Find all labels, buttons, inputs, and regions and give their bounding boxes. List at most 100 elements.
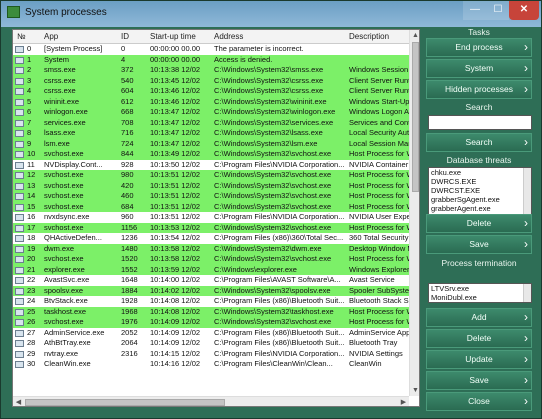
- search-input[interactable]: [428, 115, 532, 130]
- row-app: svchost.exe: [44, 191, 84, 200]
- delete-termination-button[interactable]: Delete ›: [426, 329, 532, 348]
- process-icon: [15, 235, 24, 242]
- threats-list-scrollbar[interactable]: [523, 168, 531, 214]
- minimize-button[interactable]: —: [463, 1, 487, 20]
- table-row[interactable]: 25 taskhost.exe 1968 10:14:08 12/02 C:\Windo…: [13, 306, 409, 317]
- row-number: 2: [27, 65, 32, 74]
- table-row[interactable]: 17 svchost.exe 1156 10:13:53 12/02 C:\Window…: [13, 222, 409, 233]
- row-start-time: 10:13:38 12/02: [150, 65, 201, 74]
- table-row[interactable]: 1 System 4 00:00:00 00.00 Access is denied.: [13, 54, 409, 65]
- table-row[interactable]: 10 svchost.exe 844 10:13:49 12/02 C:\Windows…: [13, 149, 409, 160]
- row-number: 26: [27, 317, 36, 326]
- table-row[interactable]: 23 spoolsv.exe 1884 10:14:02 12/02 C:\Window…: [13, 285, 409, 296]
- col-address-header[interactable]: Address: [214, 32, 243, 41]
- threat-item[interactable]: grabberSgAgent.exe: [429, 195, 531, 204]
- horizontal-scroll-thumb[interactable]: [25, 399, 225, 406]
- termination-list[interactable]: LTVSrv.exe MoniDubl.exe: [428, 283, 532, 303]
- system-label: System: [464, 63, 494, 73]
- process-icon: [15, 224, 24, 232]
- table-row[interactable]: 12 svchost.exe 980 10:13:51 12/02 C:\Windows…: [13, 170, 409, 181]
- table-row[interactable]: 19 dwm.exe 1480 10:13:58 12/02 C:\Windows\Sy…: [13, 243, 409, 254]
- scroll-left-icon[interactable]: ◀: [13, 397, 24, 406]
- table-row[interactable]: 14 svchost.exe 460 10:13:51 12/02 C:\Windows…: [13, 191, 409, 202]
- col-description-header[interactable]: Description: [349, 32, 389, 41]
- row-id: 0: [121, 44, 126, 53]
- table-row[interactable]: 24 BtvStack.exe 1928 10:14:08 12/02 C:\Progr…: [13, 296, 409, 307]
- row-address: C:\Windows\System32\lsm.exe: [214, 138, 318, 148]
- table-row[interactable]: 30 CleanWin.exe 10:14:16 12/02 C:\Program F…: [13, 359, 409, 370]
- table-row[interactable]: 5 wininit.exe 612 10:13:46 12/02 C:\Windows\…: [13, 96, 409, 107]
- row-address: C:\Program Files (x86)\Bluetooth Suit...: [214, 338, 345, 347]
- save-threats-button[interactable]: Save ›: [426, 235, 532, 254]
- table-row[interactable]: 21 explorer.exe 1552 10:13:59 12/02 C:\Windo…: [13, 264, 409, 275]
- table-row[interactable]: 16 nvxdsync.exe 960 10:13:51 12/02 C:\Progra…: [13, 212, 409, 223]
- row-start-time: 10:13:46 12/02: [150, 96, 201, 106]
- row-address: C:\Windows\System32\lsass.exe: [214, 128, 323, 137]
- row-app: QHActiveDefen...: [44, 233, 102, 242]
- row-start-time: 00:00:00 00.00: [150, 54, 201, 64]
- scroll-up-icon[interactable]: ▲: [410, 30, 419, 41]
- horizontal-scrollbar[interactable]: ◀ ▶: [13, 396, 409, 406]
- threat-item[interactable]: grabberAgent.exe: [429, 204, 531, 213]
- row-description: Host Process for Wind: [349, 191, 409, 200]
- col-time-header[interactable]: Start-up time: [150, 32, 196, 41]
- table-row[interactable]: 27 AdminService.exe 2052 10:14:09 12/02 C:\P…: [13, 327, 409, 338]
- table-row[interactable]: 11 NVDisplay.Cont... 928 10:13:50 12/02 C:\P…: [13, 159, 409, 170]
- row-address: C:\Program Files\NVIDIA Corporation...: [214, 159, 345, 169]
- table-row[interactable]: 6 winlogon.exe 668 10:13:47 12/02 C:\Windows…: [13, 107, 409, 118]
- row-start-time: 10:13:47 12/02: [150, 117, 201, 127]
- table-row[interactable]: 8 lsass.exe 716 10:13:47 12/02 C:\Windows\Sy…: [13, 128, 409, 139]
- table-row[interactable]: 4 csrss.exe 604 10:13:46 12/02 C:\Windows\Sy…: [13, 86, 409, 97]
- table-row[interactable]: 26 svchost.exe 1976 10:14:09 12/02 C:\Window…: [13, 317, 409, 328]
- save-termination-button[interactable]: Save ›: [426, 371, 532, 390]
- scroll-right-icon[interactable]: ▶: [398, 397, 409, 406]
- maximize-button[interactable]: ☐: [487, 1, 509, 20]
- table-row[interactable]: 7 services.exe 708 10:13:47 12/02 C:\Windows…: [13, 117, 409, 128]
- vertical-scrollbar[interactable]: ▲ ▼: [409, 30, 419, 396]
- table-row[interactable]: 2 smss.exe 372 10:13:38 12/02 C:\Windows\Sys…: [13, 65, 409, 76]
- table-row[interactable]: 29 nvtray.exe 2316 10:14:15 12/02 C:\Program…: [13, 348, 409, 359]
- close-button[interactable]: Close ›: [426, 392, 532, 411]
- table-row[interactable]: 0 [System Process] 0 00:00:00 00.00 The para…: [13, 44, 409, 55]
- row-id: 668: [121, 107, 134, 116]
- delete-threat-button[interactable]: Delete ›: [426, 214, 532, 233]
- scroll-down-icon[interactable]: ▼: [410, 385, 419, 396]
- row-number: 21: [27, 264, 36, 274]
- end-process-button[interactable]: End process ›: [426, 38, 532, 57]
- hidden-processes-button[interactable]: Hidden processes ›: [426, 80, 532, 99]
- col-app-header[interactable]: App: [44, 32, 58, 41]
- table-row[interactable]: 13 svchost.exe 420 10:13:51 12/02 C:\Windows…: [13, 180, 409, 191]
- threat-item[interactable]: chku.exe: [429, 168, 531, 177]
- table-row[interactable]: 18 QHActiveDefen... 1236 10:13:54 12/02 C:\P…: [13, 233, 409, 244]
- row-id: 1928: [121, 296, 138, 305]
- col-number-header[interactable]: №: [17, 32, 26, 41]
- row-app: svchost.exe: [44, 180, 84, 190]
- row-app: [System Process]: [44, 44, 103, 53]
- add-button[interactable]: Add ›: [426, 308, 532, 327]
- table-row[interactable]: 9 lsm.exe 724 10:13:47 12/02 C:\Windows\Syst…: [13, 138, 409, 149]
- row-description: Services and Controll: [349, 117, 409, 127]
- row-number: 23: [27, 285, 36, 295]
- search-button[interactable]: Search ›: [426, 133, 532, 152]
- row-description: Client Server Runtime: [349, 86, 409, 95]
- termination-item[interactable]: MoniDubl.exe: [429, 293, 531, 302]
- termination-item[interactable]: LTVSrv.exe: [429, 284, 531, 293]
- threat-item[interactable]: DWRCST.EXE: [429, 186, 531, 195]
- row-id: 716: [121, 128, 134, 137]
- threat-item[interactable]: DWRCS.EXE: [429, 177, 531, 186]
- threats-list[interactable]: chku.exe DWRCS.EXE DWRCST.EXE grabberSgAgen…: [428, 167, 532, 215]
- col-id-header[interactable]: ID: [121, 32, 129, 41]
- table-row[interactable]: 28 AthBtTray.exe 2064 10:14:09 12/02 C:\Prog…: [13, 338, 409, 349]
- system-button[interactable]: System ›: [426, 59, 532, 78]
- row-app: svchost.exe: [44, 170, 84, 179]
- termination-list-scrollbar[interactable]: [523, 284, 531, 302]
- end-process-label: End process: [455, 42, 503, 52]
- table-row[interactable]: 15 svchost.exe 684 10:13:51 12/02 C:\Windows…: [13, 201, 409, 212]
- close-window-button[interactable]: ✕: [509, 1, 539, 20]
- update-button[interactable]: Update ›: [426, 350, 532, 369]
- table-row[interactable]: 20 svchost.exe 1520 10:13:58 12/02 C:\Window…: [13, 254, 409, 265]
- table-row[interactable]: 3 csrss.exe 540 10:13:45 12/02 C:\Windows\Sy…: [13, 75, 409, 86]
- row-description: Host Process for Wind: [349, 306, 409, 316]
- vertical-scroll-thumb[interactable]: [412, 42, 419, 192]
- table-row[interactable]: 22 AvastSvc.exe 1648 10:14:00 12/02 C:\Progr…: [13, 275, 409, 286]
